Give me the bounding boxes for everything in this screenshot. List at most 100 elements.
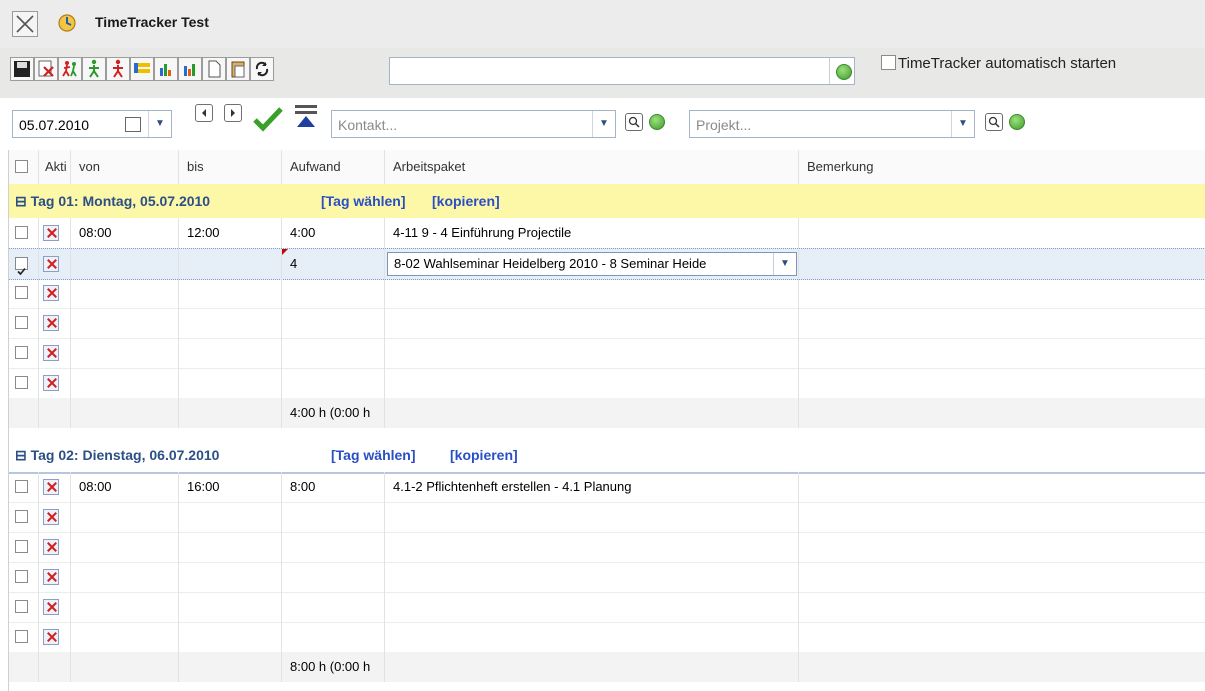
chart1-button[interactable] [154,57,178,81]
row-checkbox[interactable] [15,480,28,493]
cell-arbeitspaket[interactable] [385,338,799,368]
table-row[interactable]: 4 8-02 Wahlseminar Heidelberg 2010 - 8 Se… [9,248,1205,280]
cell-bemerkung[interactable] [799,308,1205,338]
cell-aufwand[interactable] [282,338,385,368]
cell-aufwand[interactable]: 4:00 [282,218,385,248]
cell-aufwand[interactable] [282,592,385,622]
prev-day-button[interactable] [195,104,213,122]
cell-arbeitspaket[interactable] [385,368,799,398]
project-field[interactable]: Projekt... ▼ [689,110,975,138]
cell-arbeitspaket[interactable] [385,622,799,652]
delete-row-icon[interactable] [43,375,59,391]
row-checkbox[interactable] [15,257,28,276]
delete-row-icon[interactable] [43,225,59,241]
group-header[interactable]: ⊟ Tag 01: Montag, 05.07.2010 [Tag wählen]… [9,184,1205,218]
copy-day-link[interactable]: [kopieren] [432,184,500,218]
date-field[interactable]: 05.07.2010 ▼ [12,110,172,138]
group-label[interactable]: ⊟ Tag 01: Montag, 05.07.2010 [15,184,210,218]
row-checkbox[interactable] [15,510,28,523]
cell-bemerkung[interactable] [799,562,1205,592]
table-row[interactable] [9,278,1205,309]
row-checkbox[interactable] [15,540,28,553]
col-header-von[interactable]: von [71,150,179,184]
table-row[interactable] [9,502,1205,533]
row-checkbox[interactable] [15,286,28,299]
table-row[interactable]: 08:00 12:00 4:00 4-11 9 - 4 Einführung Proj… [9,218,1205,249]
row-checkbox[interactable] [15,630,28,643]
delete-row-icon[interactable] [43,629,59,645]
copy-day-link[interactable]: [kopieren] [450,438,518,472]
start-walk-button[interactable] [82,57,106,81]
cell-aufwand[interactable] [282,562,385,592]
cell-arbeitspaket[interactable] [385,502,799,532]
cell-bemerkung[interactable] [799,218,1205,248]
cell-bis[interactable] [179,338,282,368]
cell-bemerkung[interactable] [799,249,1205,279]
project-search-button[interactable] [985,113,1003,131]
calendar-icon[interactable] [125,117,141,132]
autostart-checkbox[interactable] [881,55,896,70]
cell-von[interactable]: 08:00 [71,472,179,502]
cell-von[interactable] [71,308,179,338]
row-checkbox[interactable] [15,316,28,329]
delete-entry-button[interactable] [34,57,58,81]
cell-bemerkung[interactable] [799,472,1205,502]
cell-bis[interactable]: 12:00 [179,218,282,248]
cell-aufwand[interactable] [282,278,385,308]
cell-arbeitspaket[interactable] [385,308,799,338]
cell-bis[interactable] [179,592,282,622]
cell-bemerkung[interactable] [799,622,1205,652]
cell-von[interactable] [71,338,179,368]
cell-aufwand[interactable] [282,502,385,532]
cell-von[interactable] [71,532,179,562]
col-header-bis[interactable]: bis [179,150,282,184]
cell-arbeitspaket[interactable] [385,278,799,308]
cell-bemerkung[interactable] [799,502,1205,532]
cell-bis[interactable]: 16:00 [179,472,282,502]
cell-bis[interactable] [179,368,282,398]
cell-aufwand[interactable]: 4 [282,249,385,279]
table-row[interactable] [9,532,1205,563]
cell-bemerkung[interactable] [799,338,1205,368]
delete-row-icon[interactable] [43,345,59,361]
arbeitspaket-combo[interactable]: 8-02 Wahlseminar Heidelberg 2010 - 8 Sem… [387,252,797,276]
cell-bemerkung[interactable] [799,592,1205,622]
collapse-all-icon[interactable] [293,103,321,131]
cell-arbeitspaket[interactable]: 4-11 9 - 4 Einführung Projectile [385,218,799,248]
confirm-ok-icon[interactable] [836,64,852,80]
delete-row-icon[interactable] [43,256,59,272]
table-row[interactable] [9,308,1205,339]
cell-arbeitspaket[interactable] [385,532,799,562]
cell-von[interactable] [71,592,179,622]
timer-select[interactable]: ▼ [389,57,855,85]
delete-row-icon[interactable] [43,509,59,525]
chevron-down-icon[interactable]: ▼ [592,111,615,137]
cell-bis[interactable] [179,308,282,338]
contact-search-button[interactable] [625,113,643,131]
table-row[interactable]: 08:00 16:00 8:00 4.1-2 Pflichtenheft erstel… [9,472,1205,503]
run-button[interactable] [58,57,82,81]
cell-bis[interactable] [179,278,282,308]
select-day-link[interactable]: [Tag wählen] [331,438,416,472]
cell-von[interactable] [71,562,179,592]
cell-bis[interactable] [179,502,282,532]
cell-von[interactable] [71,622,179,652]
chevron-down-icon[interactable]: ▼ [148,111,171,137]
chevron-down-icon[interactable]: ▼ [951,111,974,137]
paste-button[interactable] [226,57,250,81]
delete-row-icon[interactable] [43,315,59,331]
select-all-checkbox[interactable] [15,160,28,173]
next-day-button[interactable] [224,104,242,122]
cell-arbeitspaket[interactable]: 4.1-2 Pflichtenheft erstellen - 4.1 Plan… [385,472,799,502]
cell-aufwand[interactable] [282,622,385,652]
cell-bis[interactable] [179,532,282,562]
cell-arbeitspaket[interactable]: 8-02 Wahlseminar Heidelberg 2010 - 8 Sem… [385,249,799,279]
row-checkbox[interactable] [15,226,28,239]
table-row[interactable] [9,338,1205,369]
group-label[interactable]: ⊟ Tag 02: Dienstag, 06.07.2010 [15,438,219,472]
cell-aufwand[interactable] [282,368,385,398]
contact-field[interactable]: Kontakt... ▼ [331,110,616,138]
new-document-button[interactable] [202,57,226,81]
project-ok-icon[interactable] [1009,114,1025,130]
table-row[interactable] [9,562,1205,593]
